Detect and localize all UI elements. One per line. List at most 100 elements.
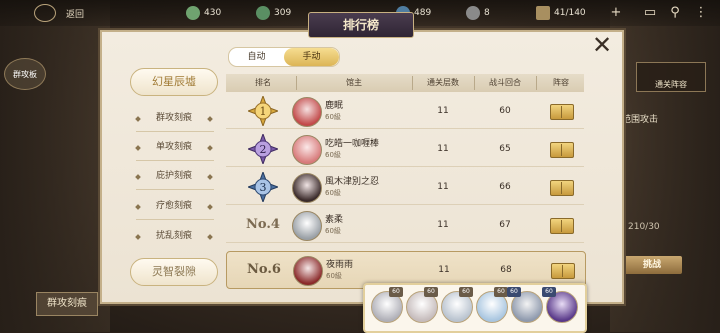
player-level: 60級 <box>325 189 341 197</box>
header-turns: 战斗回合 <box>489 78 521 87</box>
location-icon[interactable]: ⚲ <box>668 6 682 20</box>
header-divider <box>296 76 297 90</box>
close-button[interactable]: ✕ <box>591 33 613 57</box>
hero-level-badge: 60 <box>542 287 556 297</box>
hero-level-badge: 60 <box>459 287 473 297</box>
resource-potion[interactable]: 309 <box>256 5 291 21</box>
category-divider <box>136 131 214 132</box>
left-side-tab[interactable]: 群攻板 <box>4 58 46 90</box>
back-label: 返回 <box>66 10 85 20</box>
turns-value: 65 <box>499 144 511 154</box>
row-divider <box>226 128 584 129</box>
header-lineup: 阵容 <box>553 78 569 87</box>
player-name: 素柔 <box>325 215 344 225</box>
right-background <box>610 0 720 332</box>
header-divider <box>536 76 537 90</box>
plus-icon[interactable]: + <box>609 6 623 20</box>
player-level: 60級 <box>325 227 341 235</box>
menu-icon[interactable]: ⋮ <box>694 6 708 20</box>
category-header[interactable]: 幻星辰墟 <box>130 68 218 96</box>
header-rank: 排名 <box>255 78 271 87</box>
rank-number: 1 <box>260 105 267 118</box>
rank-number: No.4 <box>246 217 280 232</box>
resource-value: 8 <box>484 8 490 18</box>
rank-number: No.6 <box>247 262 281 277</box>
modal-title-plate: 排行榜 <box>308 12 414 38</box>
category-item[interactable]: 群攻刻痕 <box>134 107 214 129</box>
turns-value: 67 <box>499 220 511 230</box>
avatar[interactable] <box>292 97 322 127</box>
lineup-book-icon[interactable] <box>550 104 574 120</box>
resource-diamond[interactable]: 430 <box>186 5 221 21</box>
table-row[interactable]: No.4 素柔 60級 11 67 <box>226 207 584 243</box>
avatar[interactable] <box>292 211 322 241</box>
header-floors: 通关层数 <box>427 78 459 87</box>
row-divider <box>226 166 584 167</box>
left-side-tab-label: 群攻板 <box>13 70 37 79</box>
avatar[interactable] <box>292 135 322 165</box>
message-icon[interactable]: ▭ <box>643 6 657 20</box>
floors-value: 11 <box>437 144 449 154</box>
resource-coin[interactable]: 8 <box>466 5 490 21</box>
resource-stamina[interactable]: 41/140 <box>536 5 586 21</box>
category-divider <box>136 189 214 190</box>
resource-value: 309 <box>274 8 292 18</box>
hero-level-badge: 60 <box>424 287 438 297</box>
table-header: 排名 馆主 通关层数 战斗回合 阵容 <box>226 74 584 92</box>
left-background <box>0 0 110 332</box>
resource-value: 430 <box>204 8 222 18</box>
bottom-left-button[interactable]: 群攻刻痕 <box>36 292 98 316</box>
category-item[interactable]: 庇护刻痕 <box>134 165 214 187</box>
resource-value: 41/140 <box>554 8 586 18</box>
rank-number: 2 <box>260 143 267 156</box>
coin-icon <box>466 6 480 20</box>
challenge-button[interactable]: 挑战 <box>622 256 682 274</box>
hero-level-badge: 60 <box>389 287 403 297</box>
rank-number: 3 <box>260 181 267 194</box>
category-bottom[interactable]: 灵智裂隙 <box>130 258 218 286</box>
player-name: 風木津別之忍 <box>325 177 380 187</box>
stamina-icon <box>536 6 550 20</box>
right-panel-text: 范围攻击 <box>622 115 659 125</box>
table-row[interactable]: 2 吃皓一咖喱棒 60級 11 65 <box>226 131 584 167</box>
category-item[interactable]: 疗愈刻痕 <box>134 195 214 217</box>
header-owner: 馆主 <box>346 78 362 87</box>
category-item[interactable]: 单攻刻痕 <box>134 136 214 158</box>
player-level: 60級 <box>325 113 341 121</box>
lineup-book-icon[interactable] <box>550 218 574 234</box>
lineup-book-icon[interactable] <box>550 180 574 196</box>
avatar[interactable] <box>293 256 323 286</box>
rank-medal-blue-icon: 3 <box>248 172 278 202</box>
player-level: 60級 <box>326 272 342 280</box>
category-item[interactable]: 扰乱刻痕 <box>134 225 214 247</box>
tab-auto[interactable]: 自动 <box>229 48 284 66</box>
table-row[interactable]: 1 鹿眠 60級 11 60 <box>226 93 584 129</box>
player-name: 夜雨雨 <box>326 260 354 270</box>
resource-value: 489 <box>414 8 432 18</box>
mode-tabs: 自动 手动 <box>228 47 340 67</box>
lineup-book-icon[interactable] <box>550 142 574 158</box>
lineup-popup: 60 60 60 60 60 60 <box>363 283 587 333</box>
hero-level-badge: 60 <box>494 287 508 297</box>
hero-level-badge: 60 <box>507 287 521 297</box>
player-name: 吃皓一咖喱棒 <box>325 139 380 149</box>
turns-value: 60 <box>499 106 511 116</box>
floors-value: 11 <box>437 220 449 230</box>
rank-medal-gold-icon: 1 <box>248 96 278 126</box>
floors-value: 11 <box>437 182 449 192</box>
tab-manual[interactable]: 手动 <box>284 48 339 66</box>
table-row[interactable]: 3 風木津別之忍 60級 11 66 <box>226 169 584 205</box>
turns-value: 66 <box>499 182 511 192</box>
diamond-icon <box>186 6 200 20</box>
lineup-book-icon[interactable] <box>551 263 575 279</box>
back-button[interactable] <box>34 4 56 22</box>
right-lineup-tab[interactable]: 通关阵容 <box>636 62 706 92</box>
header-divider <box>412 76 413 90</box>
avatar[interactable] <box>292 173 322 203</box>
category-divider <box>136 160 214 161</box>
header-divider <box>474 76 475 90</box>
category-divider <box>136 219 214 220</box>
floors-value: 11 <box>437 106 449 116</box>
potion-icon <box>256 6 270 20</box>
player-level: 60級 <box>325 151 341 159</box>
